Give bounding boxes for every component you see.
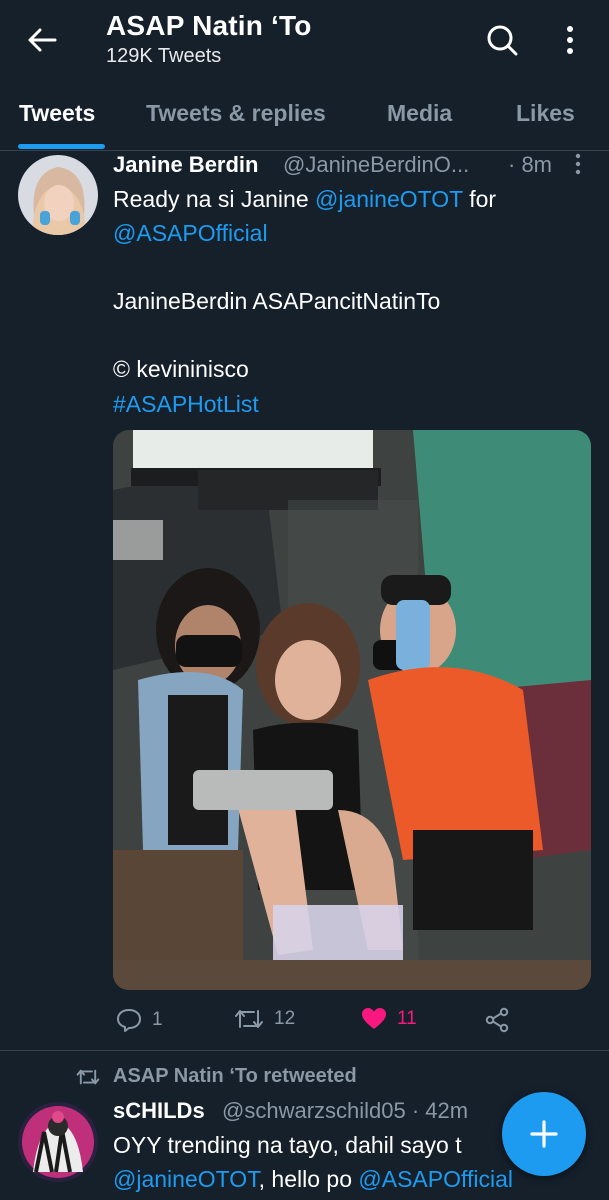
tweet-text: , hello po bbox=[258, 1166, 359, 1192]
tweet-text-line: Ready na si Janine @janineOTOT for bbox=[113, 182, 496, 216]
mention-link[interactable]: @janineOTOT bbox=[113, 1166, 259, 1192]
tweet-more-button[interactable] bbox=[574, 153, 582, 180]
retweeted-by-label[interactable]: ASAP Natin ‘To retweeted bbox=[113, 1065, 357, 1088]
reply-count: 1 bbox=[152, 1009, 163, 1030]
retweet-icon bbox=[76, 1069, 100, 1085]
back-button[interactable] bbox=[24, 22, 60, 58]
tweet-text: for bbox=[462, 186, 497, 212]
like-button[interactable]: 11 bbox=[361, 1007, 417, 1031]
more-vertical-icon bbox=[575, 153, 581, 175]
profile-tabs: Tweets Tweets & replies Media Likes bbox=[0, 80, 609, 151]
avatar[interactable] bbox=[18, 1102, 98, 1182]
compose-tweet-button[interactable] bbox=[502, 1092, 586, 1176]
tab-likes[interactable]: Likes bbox=[516, 100, 575, 127]
mention-link[interactable]: @ASAPOfficial bbox=[358, 1166, 513, 1192]
retweet-count: 12 bbox=[274, 1008, 296, 1029]
mention-link[interactable]: @ASAPOfficial bbox=[113, 216, 268, 250]
tab-media[interactable]: Media bbox=[387, 100, 452, 127]
share-icon bbox=[485, 1007, 509, 1033]
more-options-button[interactable] bbox=[553, 20, 587, 60]
active-tab-indicator bbox=[18, 144, 105, 149]
reply-button[interactable]: 1 bbox=[116, 1007, 163, 1033]
share-button[interactable] bbox=[484, 1007, 510, 1033]
arrow-left-icon bbox=[28, 28, 57, 52]
author-handle[interactable]: @schwarzschild05 · 42m bbox=[222, 1098, 468, 1124]
author-name[interactable]: Janine Berdin bbox=[113, 152, 258, 178]
search-icon bbox=[487, 25, 518, 56]
mention-link[interactable]: @janineOTOT bbox=[315, 186, 463, 212]
heart-filled-icon bbox=[362, 1008, 386, 1029]
tweet-text: JanineBerdin ASAPancitNatinTo bbox=[113, 288, 441, 314]
tweet-photo[interactable] bbox=[113, 430, 591, 990]
author-handle[interactable]: @JanineBerdinO... bbox=[283, 152, 469, 178]
tab-tweets[interactable]: Tweets bbox=[19, 100, 95, 127]
search-button[interactable] bbox=[482, 20, 522, 60]
hashtag-link[interactable]: #ASAPHotList bbox=[113, 387, 259, 421]
avatar[interactable] bbox=[18, 155, 98, 235]
tweet-divider bbox=[0, 1050, 609, 1051]
tweet-text: Ready na si Janine bbox=[113, 186, 316, 212]
tweet-text: OYY trending na tayo, dahil sayo t bbox=[113, 1132, 462, 1158]
more-vertical-icon bbox=[567, 26, 573, 54]
tweet-count: 129K Tweets bbox=[106, 45, 222, 67]
reply-icon bbox=[117, 1009, 141, 1032]
profile-title: ASAP Natin ‘To bbox=[106, 10, 312, 41]
author-name[interactable]: sCHILDs bbox=[113, 1098, 205, 1124]
retweet-button[interactable]: 12 bbox=[234, 1007, 295, 1031]
retweet-indicator bbox=[76, 1067, 100, 1092]
plus-icon bbox=[530, 1120, 558, 1148]
like-count: 11 bbox=[397, 1008, 417, 1029]
tweet-time: · 8m bbox=[508, 152, 552, 177]
top-app-bar: ASAP Natin ‘To 129K Tweets bbox=[0, 0, 609, 80]
retweet-icon bbox=[235, 1010, 263, 1028]
tweet-text-line: @janineOTOT, hello po @ASAPOfficial bbox=[113, 1162, 513, 1196]
tweet-text: © kevininisco bbox=[113, 356, 249, 382]
tab-tweets-and-replies[interactable]: Tweets & replies bbox=[146, 100, 326, 127]
